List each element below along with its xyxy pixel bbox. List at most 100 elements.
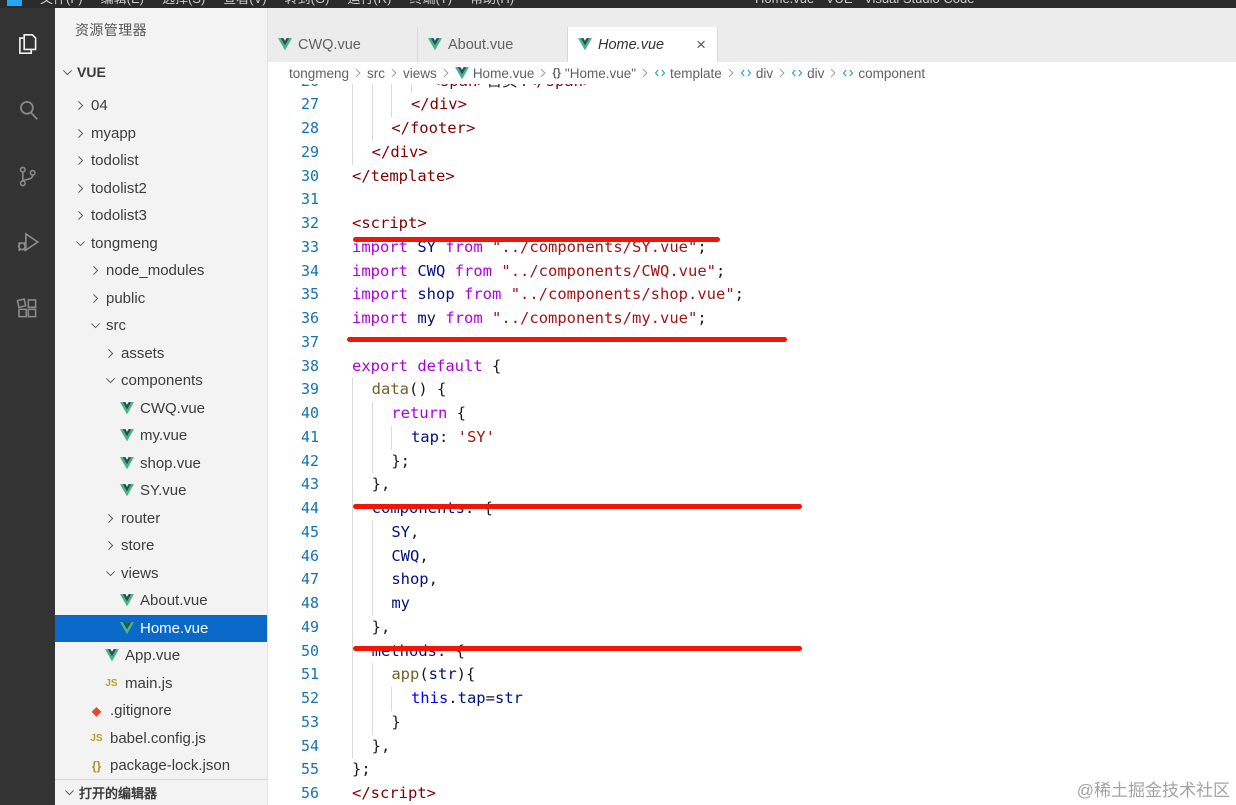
breadcrumb-tongmeng[interactable]: tongmeng (289, 66, 349, 81)
line-number[interactable]: 47 (268, 568, 319, 592)
line-number[interactable]: 34 (268, 260, 319, 284)
source-control-icon[interactable] (4, 143, 52, 209)
extensions-icon[interactable] (4, 275, 52, 341)
code-line-32[interactable]: 32 <script> (268, 212, 1236, 236)
sidebar-item-app-vue[interactable]: App.vue (55, 642, 267, 670)
sidebar-item-todolist3[interactable]: todolist3 (55, 202, 267, 230)
code-line-40[interactable]: 40 return { (268, 402, 1236, 426)
sidebar-item-public[interactable]: public (55, 285, 267, 313)
sidebar-item-gitignore[interactable]: ◆ .gitignore (55, 697, 267, 725)
code-line-42[interactable]: 42}; (268, 449, 1236, 474)
sidebar-item-views[interactable]: views (55, 560, 267, 588)
tab-about-vue[interactable]: About.vue (418, 27, 568, 62)
code-line-29[interactable]: 29 </div> (268, 140, 1236, 165)
menu-item-1[interactable]: 文件(F) (31, 0, 92, 8)
sidebar-item-babel-config-js[interactable]: JS babel.config.js (55, 725, 267, 753)
line-number[interactable]: 42 (268, 450, 319, 474)
line-number[interactable]: 36 (268, 307, 319, 331)
line-number[interactable]: 51 (268, 663, 319, 687)
breadcrumb-template[interactable]: template (654, 66, 722, 81)
sidebar-item-package-lock-json[interactable]: {} package-lock.json (55, 752, 267, 779)
line-number[interactable]: 33 (268, 236, 319, 260)
search-icon[interactable] (4, 77, 52, 143)
section-header-vue[interactable]: VUE (55, 59, 267, 85)
line-number[interactable]: 55 (268, 758, 319, 782)
code-line-53[interactable]: 53} (268, 710, 1236, 735)
menu-item-3[interactable]: 选择(S) (153, 0, 214, 8)
sidebar-item-components[interactable]: components (55, 367, 267, 395)
code-line-34[interactable]: 34 import CWQ from "../components/CWQ.vue… (268, 260, 1236, 284)
line-number[interactable]: 46 (268, 545, 319, 569)
code-line-48[interactable]: 48 my (268, 592, 1236, 616)
line-number[interactable]: 54 (268, 735, 319, 759)
sidebar-item-my-vue[interactable]: my.vue (55, 422, 267, 450)
code-line-28[interactable]: 28 </footer> (268, 117, 1236, 141)
run-debug-icon[interactable] (4, 209, 52, 275)
sidebar-item-cwq-vue[interactable]: CWQ.vue (55, 395, 267, 423)
menu-item-6[interactable]: 运行(R) (338, 0, 400, 8)
line-number[interactable]: 49 (268, 616, 319, 640)
sidebar-item-about-vue[interactable]: About.vue (55, 587, 267, 615)
code-line-38[interactable]: 38 export default { (268, 355, 1236, 379)
code-line-35[interactable]: 35 import shop from "../components/shop.v… (268, 283, 1236, 307)
sidebar-item-shop-vue[interactable]: shop.vue (55, 450, 267, 478)
sidebar-item-04[interactable]: 04 (55, 92, 267, 120)
line-number[interactable]: 31 (268, 188, 319, 212)
code-line-27[interactable]: 27 </div> (268, 93, 1236, 118)
sidebar-item-home-vue[interactable]: Home.vue (55, 614, 267, 642)
sidebar-item-tongmeng[interactable]: tongmeng (55, 230, 267, 258)
breadcrumb-src[interactable]: src (367, 66, 385, 81)
line-number[interactable]: 52 (268, 687, 319, 711)
menu-item-7[interactable]: 终端(T) (400, 0, 461, 8)
line-number[interactable]: 43 (268, 473, 319, 497)
code-line-52[interactable]: 52 this.tap=str (268, 687, 1236, 711)
line-number[interactable]: 35 (268, 283, 319, 307)
breadcrumb-views[interactable]: views (403, 66, 437, 81)
line-number[interactable]: 32 (268, 212, 319, 236)
code-line-44[interactable]: 44 components: { (268, 497, 1236, 521)
line-number[interactable]: 48 (268, 592, 319, 616)
breadcrumb-div[interactable]: div (740, 66, 773, 81)
sidebar-item-todolist[interactable]: todolist (55, 147, 267, 175)
sidebar-item-todolist2[interactable]: todolist2 (55, 175, 267, 203)
sidebar-item-node-modules[interactable]: node_modules (55, 257, 267, 285)
line-number[interactable]: 37 (268, 331, 319, 355)
code-line-49[interactable]: 49}, (268, 615, 1236, 640)
line-number[interactable]: 39 (268, 378, 319, 402)
code-line-54[interactable]: 54}, (268, 734, 1236, 759)
explorer-icon[interactable] (4, 11, 52, 77)
line-number[interactable]: 29 (268, 141, 319, 165)
breadcrumb-home-vue[interactable]: Home.vue (454, 66, 534, 81)
menu-item-4[interactable]: 查看(V) (214, 0, 275, 8)
line-number[interactable]: 38 (268, 355, 319, 379)
sidebar-item-router[interactable]: router (55, 505, 267, 533)
sidebar-item-main-js[interactable]: JS main.js (55, 670, 267, 698)
line-number[interactable]: 30 (268, 165, 319, 189)
close-icon[interactable]: × (695, 36, 707, 53)
breadcrumb-home-vue[interactable]: {} "Home.vue" (552, 66, 636, 81)
sidebar-item-sy-vue[interactable]: SY.vue (55, 477, 267, 505)
line-number[interactable]: 45 (268, 521, 319, 545)
code-line-33[interactable]: 33 import SY from "../components/SY.vue"; (268, 236, 1236, 260)
tab-cwq-vue[interactable]: CWQ.vue (268, 27, 418, 62)
menu-item-8[interactable]: 帮助(H) (461, 0, 523, 8)
sidebar-item-myapp[interactable]: myapp (55, 120, 267, 148)
line-number[interactable]: 28 (268, 117, 319, 141)
code-line-43[interactable]: 43}, (268, 473, 1236, 498)
code-line-36[interactable]: 36 import my from "../components/my.vue"; (268, 307, 1236, 331)
line-number[interactable]: 27 (268, 93, 319, 117)
code-line-41[interactable]: 41 tap: 'SY' (268, 425, 1236, 450)
code-line-30[interactable]: 30 </template> (268, 165, 1236, 189)
breadcrumb-div[interactable]: div (791, 66, 824, 81)
code-line-31[interactable]: 31 (268, 188, 1236, 212)
sidebar-item-src[interactable]: src (55, 312, 267, 340)
breadcrumb-component[interactable]: component (842, 66, 925, 81)
code-line-51[interactable]: 51 app(str){ (268, 663, 1236, 688)
open-editors-header[interactable]: 打开的编辑器 (55, 779, 267, 805)
line-number[interactable]: 50 (268, 640, 319, 664)
code-line-39[interactable]: 39 data() { (268, 378, 1236, 403)
code-line-46[interactable]: 46 CWQ, (268, 544, 1236, 569)
menu-item-5[interactable]: 转到(G) (276, 0, 339, 8)
sidebar-item-store[interactable]: store (55, 532, 267, 560)
code-line-37[interactable]: 37 (268, 331, 1236, 355)
